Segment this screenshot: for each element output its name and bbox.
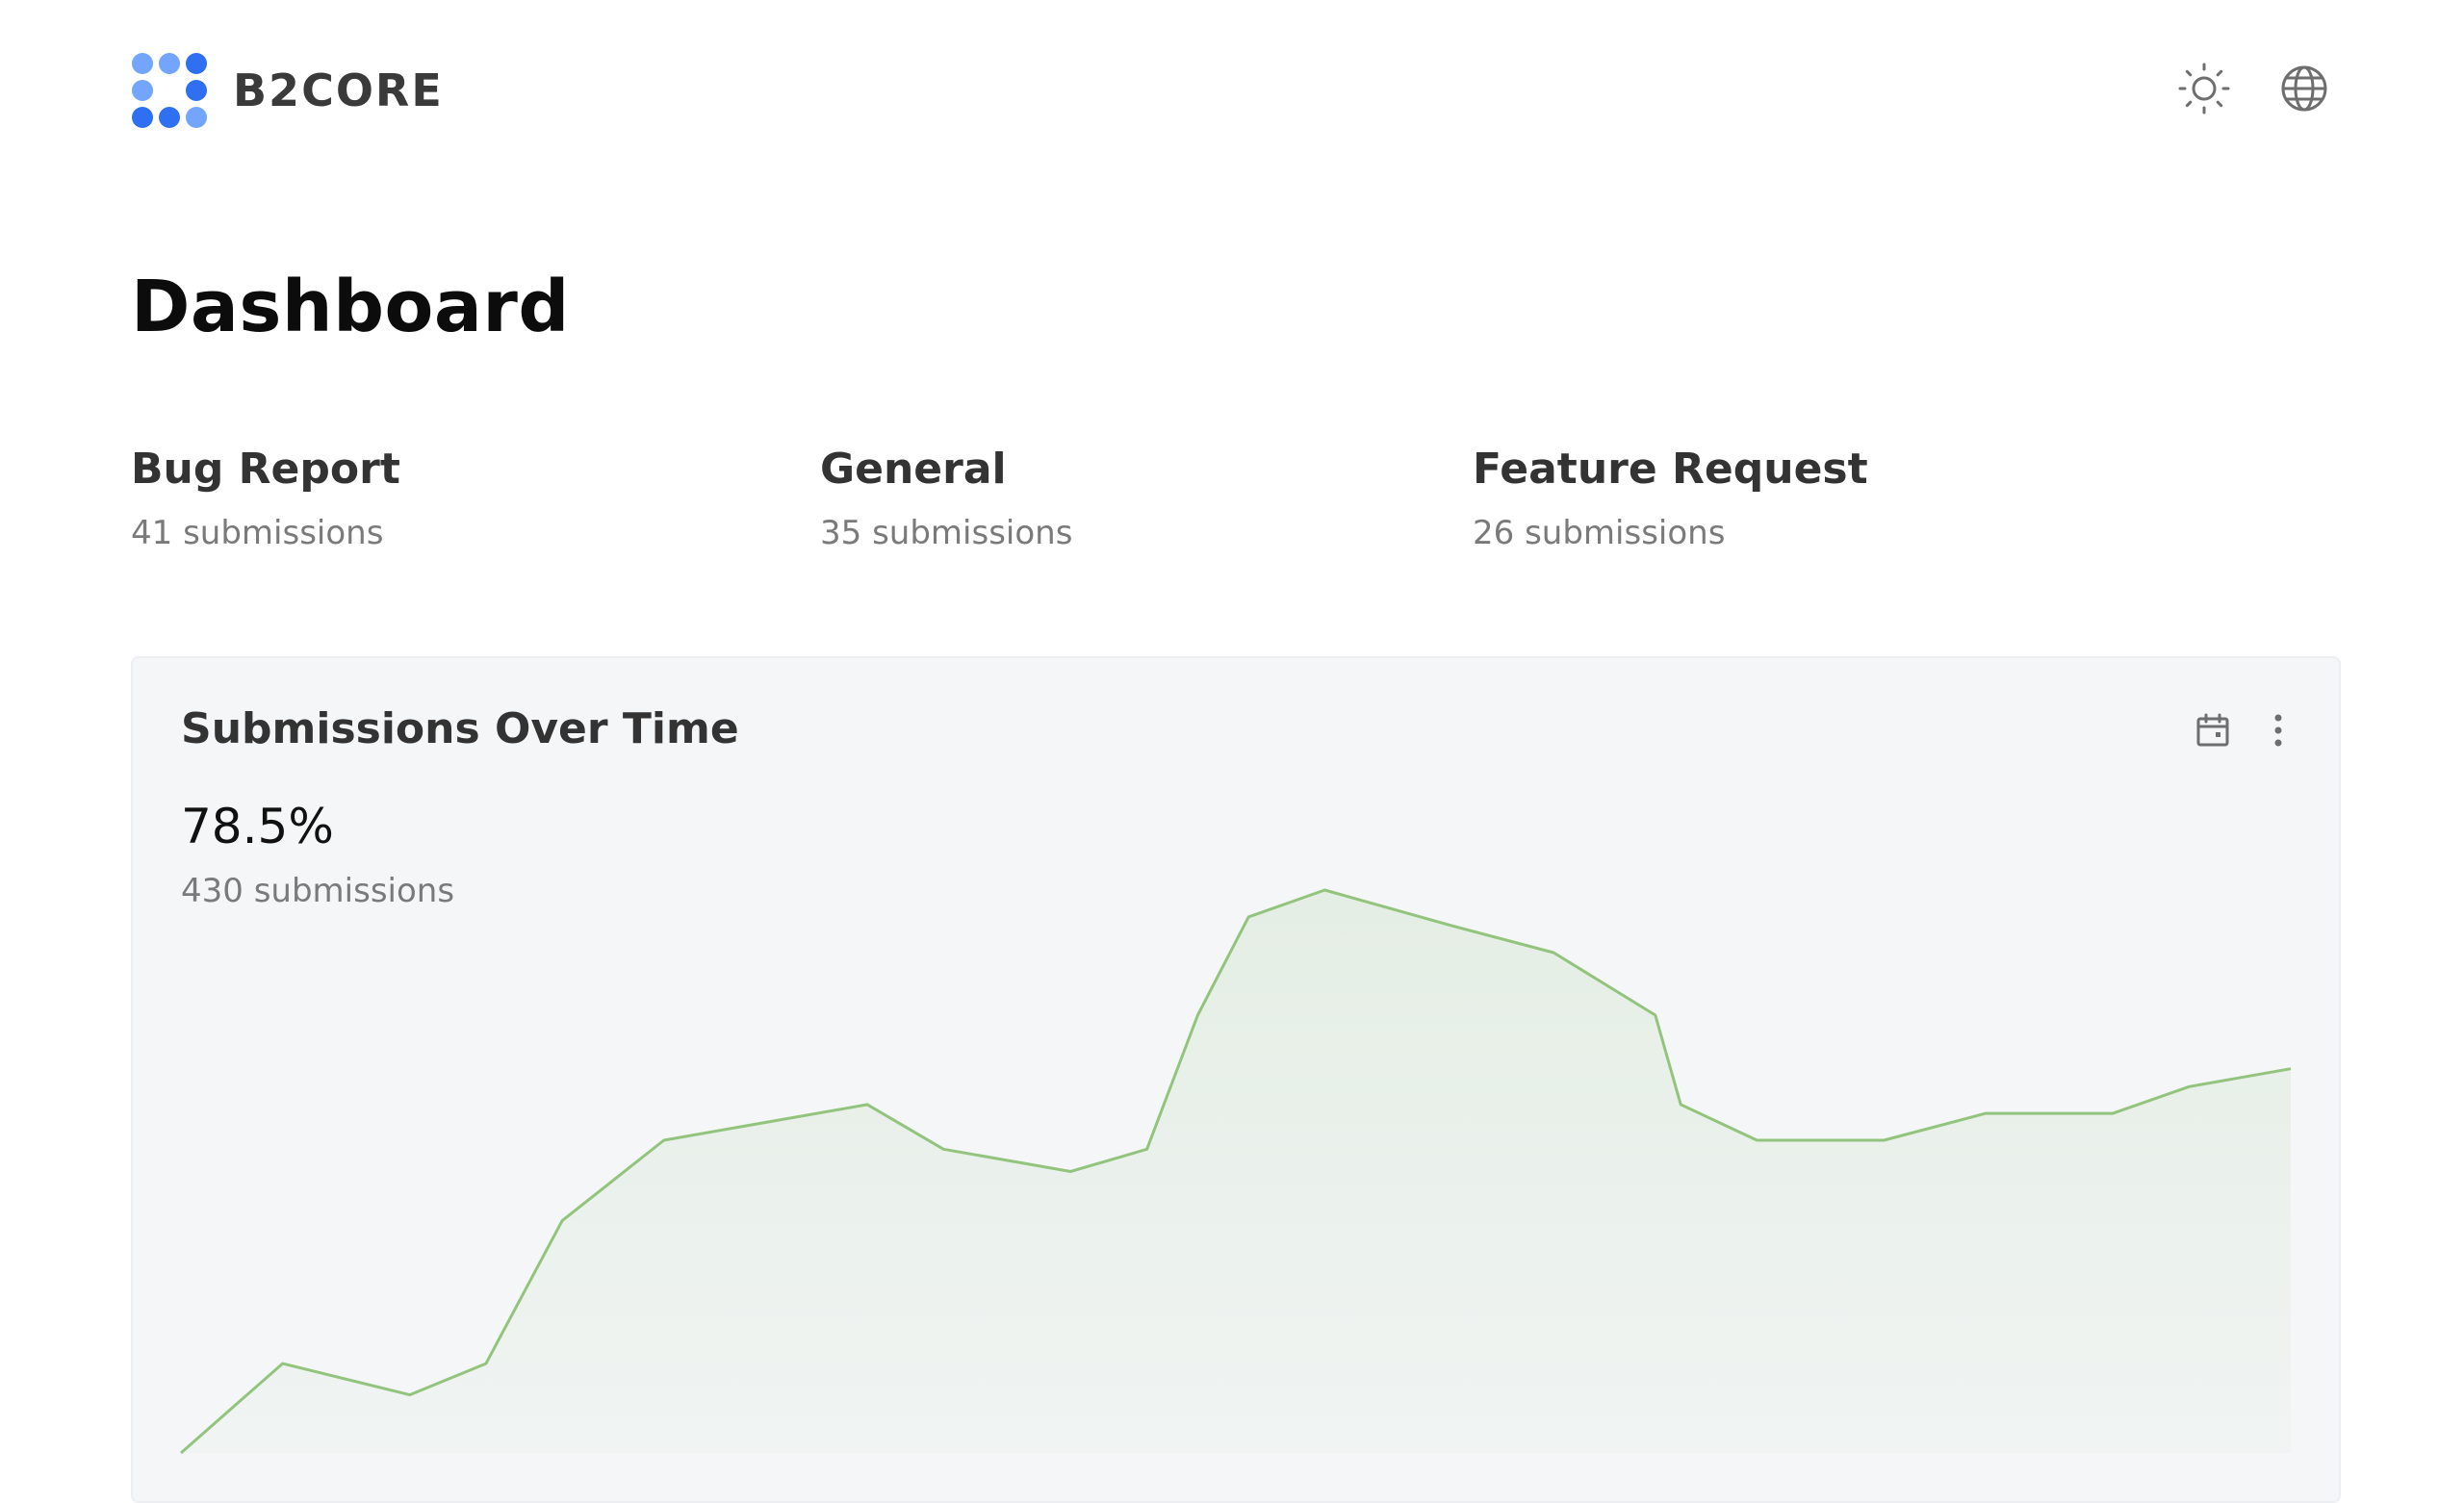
brand-link[interactable]: B2CORE	[131, 52, 444, 129]
chart-data-point[interactable]	[1061, 1162, 1080, 1182]
chart-data-point[interactable]	[1239, 907, 1258, 927]
chart-data-point[interactable]	[1315, 880, 1334, 900]
chart-data-point[interactable]	[1188, 1006, 1207, 1025]
chart-data-point[interactable]	[1138, 1139, 1157, 1159]
language-button[interactable]	[2275, 60, 2333, 117]
category-name: General	[820, 445, 1007, 494]
chart-data-point[interactable]	[1976, 1104, 1995, 1123]
globe-icon	[2281, 65, 2327, 112]
category-count: 41 submissions	[131, 514, 384, 552]
top-bar: B2CORE	[0, 0, 2464, 183]
top-actions	[2175, 60, 2333, 117]
chart-data-point[interactable]	[934, 1139, 953, 1159]
chart-data-point[interactable]	[654, 1131, 674, 1150]
category-count: 26 submissions	[1473, 514, 1726, 552]
chart-data-point[interactable]	[1874, 1131, 1893, 1150]
chart-data-point[interactable]	[2179, 1077, 2198, 1096]
chart-data-point[interactable]	[552, 1211, 572, 1231]
chart-area-fill	[181, 890, 2291, 1453]
category-summary: Bug Report 41 submissions General 35 sub…	[131, 443, 2345, 577]
chart-title: Submissions Over Time	[181, 704, 739, 753]
chart-data-point[interactable]	[1747, 1131, 1766, 1150]
metric-subtitle: 430 submissions	[181, 872, 455, 910]
chart-data-point[interactable]	[476, 1354, 496, 1373]
chart-data-point[interactable]	[858, 1095, 877, 1114]
chart-data-point[interactable]	[1544, 943, 1563, 962]
theme-toggle-button[interactable]	[2175, 60, 2233, 117]
category-name: Feature Request	[1473, 445, 1868, 494]
page-title: Dashboard	[131, 266, 570, 348]
chart-data-point[interactable]	[2281, 1059, 2300, 1079]
more-vertical-icon	[2274, 714, 2282, 747]
chart-data-point[interactable]	[2103, 1104, 2122, 1123]
submissions-chart-card: Submissions Over Time 78.5% 430 submissi…	[131, 656, 2341, 1503]
chart-data-point[interactable]	[1646, 1006, 1665, 1025]
chart-data-point[interactable]	[273, 1354, 293, 1373]
calendar-icon	[2196, 713, 2229, 747]
chart-data-point[interactable]	[171, 1443, 191, 1463]
category-feature-request[interactable]: Feature Request 26 submissions	[1473, 443, 1868, 554]
brand-logo-icon	[132, 53, 207, 128]
chart-data-point[interactable]	[1671, 1095, 1690, 1114]
category-bug-report[interactable]: Bug Report 41 submissions	[131, 443, 400, 554]
chart-data-point[interactable]	[400, 1386, 420, 1405]
brand-name: B2CORE	[233, 64, 444, 116]
category-name: Bug Report	[131, 445, 400, 494]
chart-actions	[2191, 708, 2300, 752]
submissions-area-chart	[171, 880, 2300, 1463]
date-range-button[interactable]	[2191, 708, 2235, 752]
chart-data-point[interactable]	[1443, 916, 1462, 935]
chart-more-button[interactable]	[2256, 708, 2300, 752]
sun-icon	[2178, 63, 2230, 115]
category-count: 35 submissions	[820, 514, 1073, 552]
metric-value: 78.5%	[181, 799, 334, 854]
category-general[interactable]: General 35 submissions	[820, 443, 1072, 554]
